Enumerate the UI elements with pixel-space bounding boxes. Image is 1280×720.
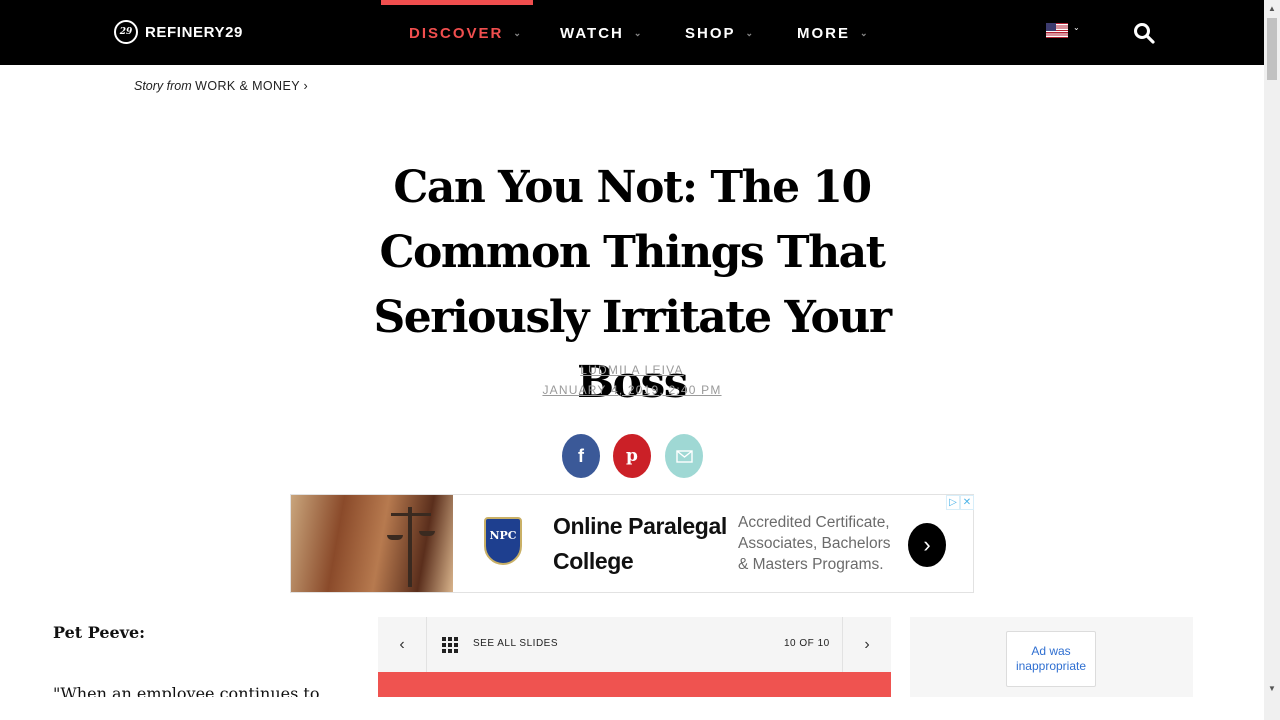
brand-logo[interactable]: 29 REFINERY29 [114,20,243,44]
nav-more-label: MORE [797,25,850,42]
nav-more[interactable]: MORE ⌄ [797,25,868,42]
ad-choices[interactable]: ▷ ✕ [946,495,974,510]
pet-peeve-heading: Pet Peeve: [53,623,146,642]
ad-scales-of-justice-image [291,495,453,592]
ad-arrow-button[interactable]: › [908,523,946,567]
nav-discover[interactable]: DISCOVER ⌄ [409,25,521,42]
scroll-up-icon[interactable]: ▲ [1264,0,1280,16]
next-slide-button[interactable]: › [842,617,891,672]
slide-image [378,672,891,697]
pinterest-share-button[interactable]: p [613,434,651,478]
facebook-icon: f [578,445,584,466]
chevron-down-icon: ⌄ [513,28,521,38]
top-navigation: 29 REFINERY29 DISCOVER ⌄ WATCH ⌄ SHOP ⌄ … [0,0,1264,65]
chevron-down-icon: ⌄ [860,28,868,38]
ad-college-logo: NPC [484,517,522,565]
breadcrumb-section[interactable]: WORK & MONEY [195,79,300,93]
ad-headline[interactable]: Online Paralegal College [553,509,733,579]
breadcrumb-prefix: Story from [134,79,192,93]
scrollbar-thumb[interactable] [1267,18,1277,80]
chevron-right-icon: › [864,635,870,653]
see-all-slides-link[interactable]: SEE ALL SLIDES [473,638,558,649]
email-share-button[interactable] [665,434,703,478]
nav-watch-label: WATCH [560,25,624,42]
page-scrollbar[interactable]: ▲ ▼ [1264,0,1280,720]
slideshow-bar: ‹ SEE ALL SLIDES 10 OF 10 › [378,617,891,672]
us-flag-icon[interactable] [1046,23,1068,38]
chevron-down-icon: ⌄ [633,28,642,38]
article-author[interactable]: LUDMILA LEIVA [0,363,1264,377]
adchoices-icon[interactable]: ▷ [946,495,960,510]
ad-inappropriate-button[interactable]: Ad was inappropriate [1006,631,1096,687]
close-ad-icon[interactable]: ✕ [960,495,974,510]
nav-shop-label: SHOP [685,25,736,42]
nav-watch[interactable]: WATCH ⌄ [560,25,641,42]
brand-name: REFINERY29 [145,23,243,41]
pet-peeve-quote: "When an employee continues to [53,684,320,697]
previous-slide-button[interactable]: ‹ [378,617,427,672]
chevron-down-icon: ⌄ [745,28,754,38]
ad-description: Accredited Certificate, Associates, Bach… [738,514,891,573]
envelope-icon [675,449,693,463]
side-ad-slot: Ad was inappropriate [910,617,1193,697]
breadcrumb[interactable]: Story from WORK & MONEY › [134,79,308,93]
slide-counter: 10 OF 10 [784,638,830,649]
nav-active-indicator [381,0,533,5]
scroll-down-icon[interactable]: ▼ [1264,680,1280,696]
grid-icon[interactable] [442,637,458,653]
article-date: JANUARY 4, 2019, 2:40 PM [542,383,722,397]
pinterest-icon: p [626,446,638,466]
logo-mark-icon: 29 [114,20,138,44]
ad-banner[interactable]: NPC Online Paralegal College Accredited … [290,494,974,593]
search-icon[interactable] [1133,22,1155,44]
nav-shop[interactable]: SHOP ⌄ [685,25,753,42]
chevron-left-icon: ‹ [399,635,405,653]
region-chevron-icon[interactable]: ⌄ [1073,23,1080,32]
facebook-share-button[interactable]: f [562,434,600,478]
nav-discover-label: DISCOVER [409,25,504,42]
chevron-right-icon: › [923,532,931,557]
chevron-right-icon: › [303,79,308,93]
